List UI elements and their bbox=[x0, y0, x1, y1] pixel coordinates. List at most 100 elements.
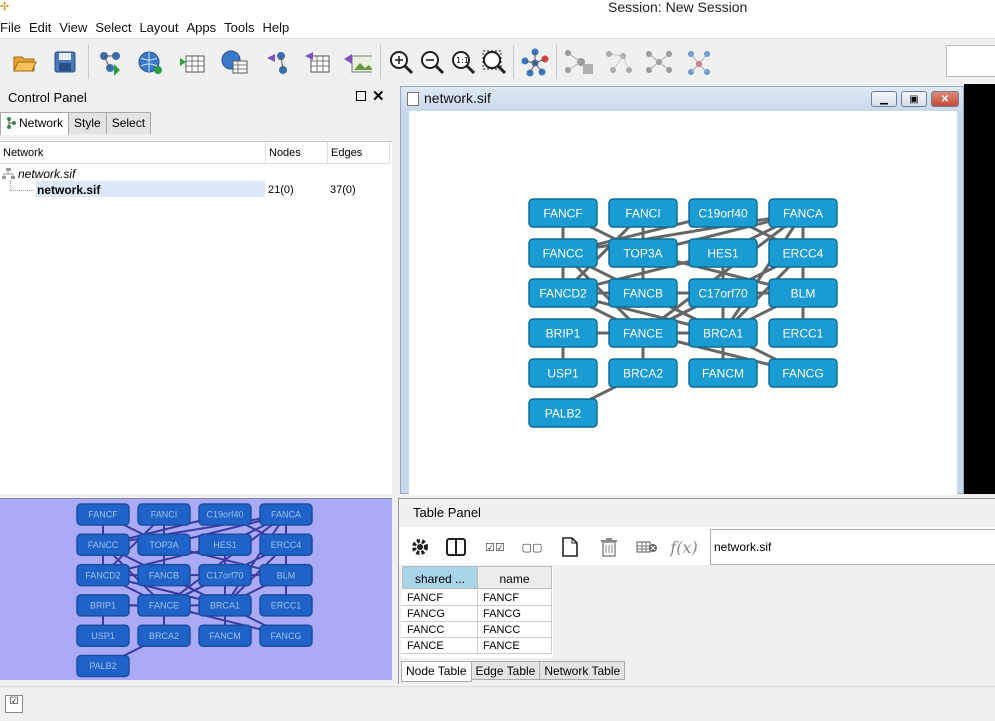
import-table-url-icon[interactable] bbox=[219, 47, 249, 77]
network-canvas[interactable]: FANCF FANCI C19orf40 FANCA FANCC TOP3A HES1 ERC… bbox=[409, 111, 957, 495]
show-columns-icon[interactable] bbox=[443, 534, 469, 560]
network-node[interactable]: FANCD2 bbox=[76, 563, 130, 587]
table-cell[interactable]: FANCG bbox=[402, 606, 478, 622]
menu-select[interactable]: Select bbox=[91, 20, 135, 35]
export-table-icon[interactable] bbox=[302, 47, 332, 77]
network-node[interactable]: FANCE bbox=[137, 594, 191, 617]
zoom-selected-icon[interactable] bbox=[479, 47, 509, 77]
network-node[interactable]: C17orf70 bbox=[198, 563, 252, 587]
hide-selected-icon[interactable] bbox=[563, 47, 593, 77]
column-header-shared-name[interactable]: shared ... bbox=[402, 566, 478, 589]
network-node[interactable]: ERCC1 bbox=[259, 594, 313, 617]
table-cell[interactable]: FANCE bbox=[402, 638, 478, 654]
network-node[interactable]: BLM bbox=[768, 278, 838, 308]
network-node[interactable]: FANCI bbox=[137, 503, 191, 526]
zoom-out-icon[interactable] bbox=[417, 47, 447, 77]
function-builder-icon[interactable]: f(x) bbox=[670, 534, 697, 560]
tab-network-table[interactable]: Network Table bbox=[539, 661, 626, 680]
network-node[interactable]: FANCB bbox=[608, 278, 678, 308]
deselect-all-columns-icon[interactable]: ▢▢ bbox=[519, 534, 545, 560]
network-node[interactable]: C19orf40 bbox=[688, 198, 758, 228]
network-node[interactable]: TOP3A bbox=[137, 533, 191, 557]
import-network-url-icon[interactable] bbox=[135, 47, 165, 77]
menu-layout[interactable]: Layout bbox=[135, 20, 182, 35]
network-edge[interactable] bbox=[562, 211, 804, 255]
save-session-icon[interactable] bbox=[50, 47, 80, 77]
menu-file[interactable]: File bbox=[0, 20, 25, 35]
menu-tools[interactable]: Tools bbox=[220, 20, 258, 35]
select-icon[interactable] bbox=[683, 47, 713, 77]
network-node[interactable]: FANCC bbox=[528, 238, 598, 268]
open-session-icon[interactable] bbox=[10, 47, 40, 77]
first-neighbors-icon[interactable] bbox=[603, 47, 633, 77]
menu-view[interactable]: View bbox=[55, 20, 91, 35]
column-header-name[interactable]: name bbox=[477, 566, 552, 589]
network-node[interactable]: FANCM bbox=[198, 624, 252, 647]
table-cell[interactable]: FANCF bbox=[402, 590, 478, 606]
network-node[interactable]: FANCI bbox=[608, 198, 678, 228]
network-node[interactable]: ERCC1 bbox=[768, 318, 838, 348]
network-node[interactable]: PALB2 bbox=[76, 654, 130, 678]
menu-help[interactable]: Help bbox=[259, 20, 294, 35]
export-image-icon[interactable] bbox=[342, 47, 372, 77]
network-node[interactable]: HES1 bbox=[198, 533, 252, 557]
menu-edit[interactable]: Edit bbox=[25, 20, 55, 35]
network-node[interactable]: USP1 bbox=[76, 624, 130, 647]
toolbar-search-field[interactable] bbox=[946, 45, 995, 77]
table-cell[interactable]: FANCG bbox=[478, 606, 552, 622]
gear-icon[interactable] bbox=[407, 534, 433, 560]
trash-icon[interactable] bbox=[596, 534, 622, 560]
network-node[interactable]: ERCC4 bbox=[259, 533, 313, 557]
network-node[interactable]: FANCM bbox=[688, 358, 758, 388]
network-node[interactable]: FANCA bbox=[259, 503, 313, 526]
tab-network[interactable]: Network bbox=[0, 112, 70, 135]
select-all-columns-icon[interactable]: ☑☑ bbox=[482, 534, 508, 560]
zoom-fit-icon[interactable]: 1:1 bbox=[448, 47, 478, 77]
network-node[interactable]: BRCA2 bbox=[137, 624, 191, 647]
tab-node-table[interactable]: Node Table bbox=[401, 661, 472, 682]
network-node[interactable]: BRCA2 bbox=[608, 358, 678, 388]
network-node[interactable]: ERCC4 bbox=[768, 238, 838, 268]
network-overview-panel[interactable]: FANCF FANCI C19orf40 FANCA FANCC TOP3A HES1 ERC… bbox=[0, 498, 392, 680]
apply-layout-icon[interactable] bbox=[520, 47, 550, 77]
column-header-network[interactable]: Network bbox=[0, 142, 266, 164]
network-node[interactable]: FANCG bbox=[768, 358, 838, 388]
table-network-selector[interactable]: network.sif bbox=[710, 529, 995, 565]
table-cell[interactable]: FANCC bbox=[478, 622, 552, 638]
table-cell[interactable]: FANCE bbox=[478, 638, 552, 654]
minimize-icon[interactable]: ▁ bbox=[871, 91, 897, 107]
import-table-file-icon[interactable] bbox=[177, 47, 207, 77]
tab-style[interactable]: Style bbox=[68, 112, 107, 134]
float-panel-icon[interactable] bbox=[356, 91, 366, 101]
tab-select[interactable]: Select bbox=[105, 112, 152, 134]
network-node[interactable]: C17orf70 bbox=[688, 278, 758, 308]
network-row-name[interactable]: network.sif bbox=[37, 183, 100, 197]
network-node[interactable]: BLM bbox=[259, 563, 313, 587]
task-history-icon[interactable]: ☑ bbox=[5, 695, 23, 713]
network-node[interactable]: FANCC bbox=[76, 533, 130, 557]
menu-apps[interactable]: Apps bbox=[183, 20, 221, 35]
network-node[interactable]: FANCA bbox=[768, 198, 838, 228]
delete-table-icon[interactable] bbox=[634, 534, 660, 560]
import-network-file-icon[interactable] bbox=[95, 47, 125, 77]
column-header-edges[interactable]: Edges bbox=[328, 142, 390, 164]
network-node[interactable]: TOP3A bbox=[608, 238, 678, 268]
table-cell[interactable]: FANCC bbox=[402, 622, 478, 638]
network-node[interactable]: HES1 bbox=[688, 238, 758, 268]
network-node[interactable]: BRIP1 bbox=[528, 318, 598, 348]
zoom-in-icon[interactable] bbox=[386, 47, 416, 77]
network-node[interactable]: FANCF bbox=[76, 503, 130, 526]
network-collection-name[interactable]: network.sif bbox=[18, 167, 75, 181]
network-node[interactable]: FANCB bbox=[137, 563, 191, 587]
tab-edge-table[interactable]: Edge Table bbox=[470, 661, 541, 680]
column-header-nodes[interactable]: Nodes bbox=[266, 142, 328, 164]
restore-icon[interactable]: ▣ bbox=[901, 91, 927, 107]
network-node[interactable]: FANCF bbox=[528, 198, 598, 228]
network-node[interactable]: BRCA1 bbox=[198, 594, 252, 617]
network-node[interactable]: FANCG bbox=[259, 624, 313, 647]
network-node[interactable]: BRIP1 bbox=[76, 594, 130, 617]
network-node[interactable]: PALB2 bbox=[528, 398, 598, 428]
network-edge[interactable] bbox=[102, 513, 287, 546]
close-icon[interactable]: ✕ bbox=[931, 91, 959, 107]
table-cell[interactable]: FANCF bbox=[478, 590, 552, 606]
